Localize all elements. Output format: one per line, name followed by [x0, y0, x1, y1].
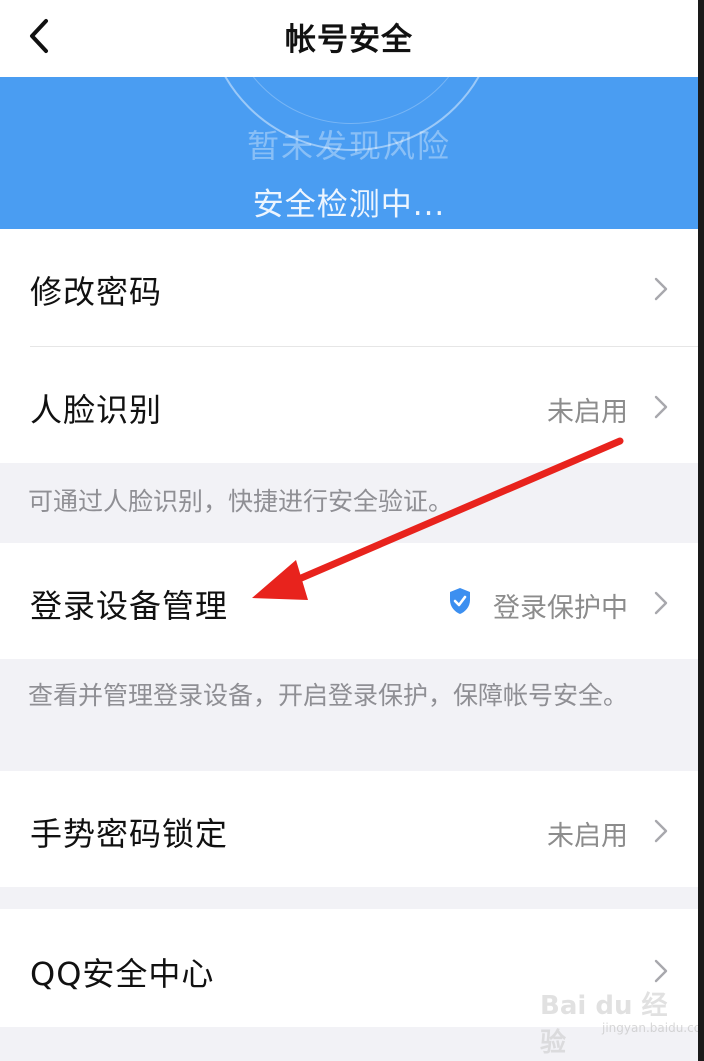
- risk-status-text: 暂未发现风险: [246, 127, 451, 165]
- change-password-row[interactable]: 修改密码: [0, 229, 698, 347]
- row-label: 手势密码锁定: [30, 815, 229, 853]
- gesture-password-row[interactable]: 手势密码锁定 未启用: [0, 771, 698, 887]
- row-label: QQ安全中心: [30, 955, 215, 993]
- row-value: 登录保护中: [493, 593, 628, 624]
- tip-text: 查看并管理登录设备，开启登录保护，保障帐号安全。: [28, 681, 629, 710]
- chevron-right-icon: [654, 591, 668, 615]
- nav-bar: 帐号安全: [0, 0, 698, 77]
- section-spacer: [0, 887, 698, 909]
- chevron-right-icon: [654, 959, 668, 983]
- row-value: 未启用: [547, 397, 628, 428]
- shield-check-icon: [450, 588, 470, 614]
- screen-edge: [698, 0, 704, 1061]
- tip-text: 可通过人脸识别，快捷进行安全验证。: [28, 487, 454, 516]
- login-device-management-row[interactable]: 登录设备管理 登录保护中: [0, 543, 698, 659]
- checking-status-text: 安全检测中...: [252, 187, 446, 223]
- chevron-right-icon: [654, 819, 668, 843]
- screen: 帐号安全 暂未发现风险 安全检测中... 修改密码 人脸识别 未启用 可通过人脸…: [0, 0, 698, 1061]
- login-device-tip: 查看并管理登录设备，开启登录保护，保障帐号安全。: [0, 659, 698, 771]
- row-label: 人脸识别: [30, 391, 163, 429]
- face-recognition-row[interactable]: 人脸识别 未启用: [0, 347, 698, 463]
- row-value: 未启用: [547, 821, 628, 852]
- row-label: 修改密码: [30, 273, 163, 311]
- watermark-subtext: jingyan.baidu.com: [602, 1021, 698, 1035]
- chevron-right-icon: [654, 277, 668, 301]
- page-title: 帐号安全: [285, 22, 413, 58]
- security-banner: 暂未发现风险 安全检测中...: [0, 77, 698, 229]
- watermark-logo: Bai du 经验 jingyan.baidu.com: [540, 985, 698, 1058]
- face-recognition-tip: 可通过人脸识别，快捷进行安全验证。: [0, 463, 698, 543]
- chevron-right-icon: [654, 395, 668, 419]
- row-label: 登录设备管理: [30, 587, 229, 625]
